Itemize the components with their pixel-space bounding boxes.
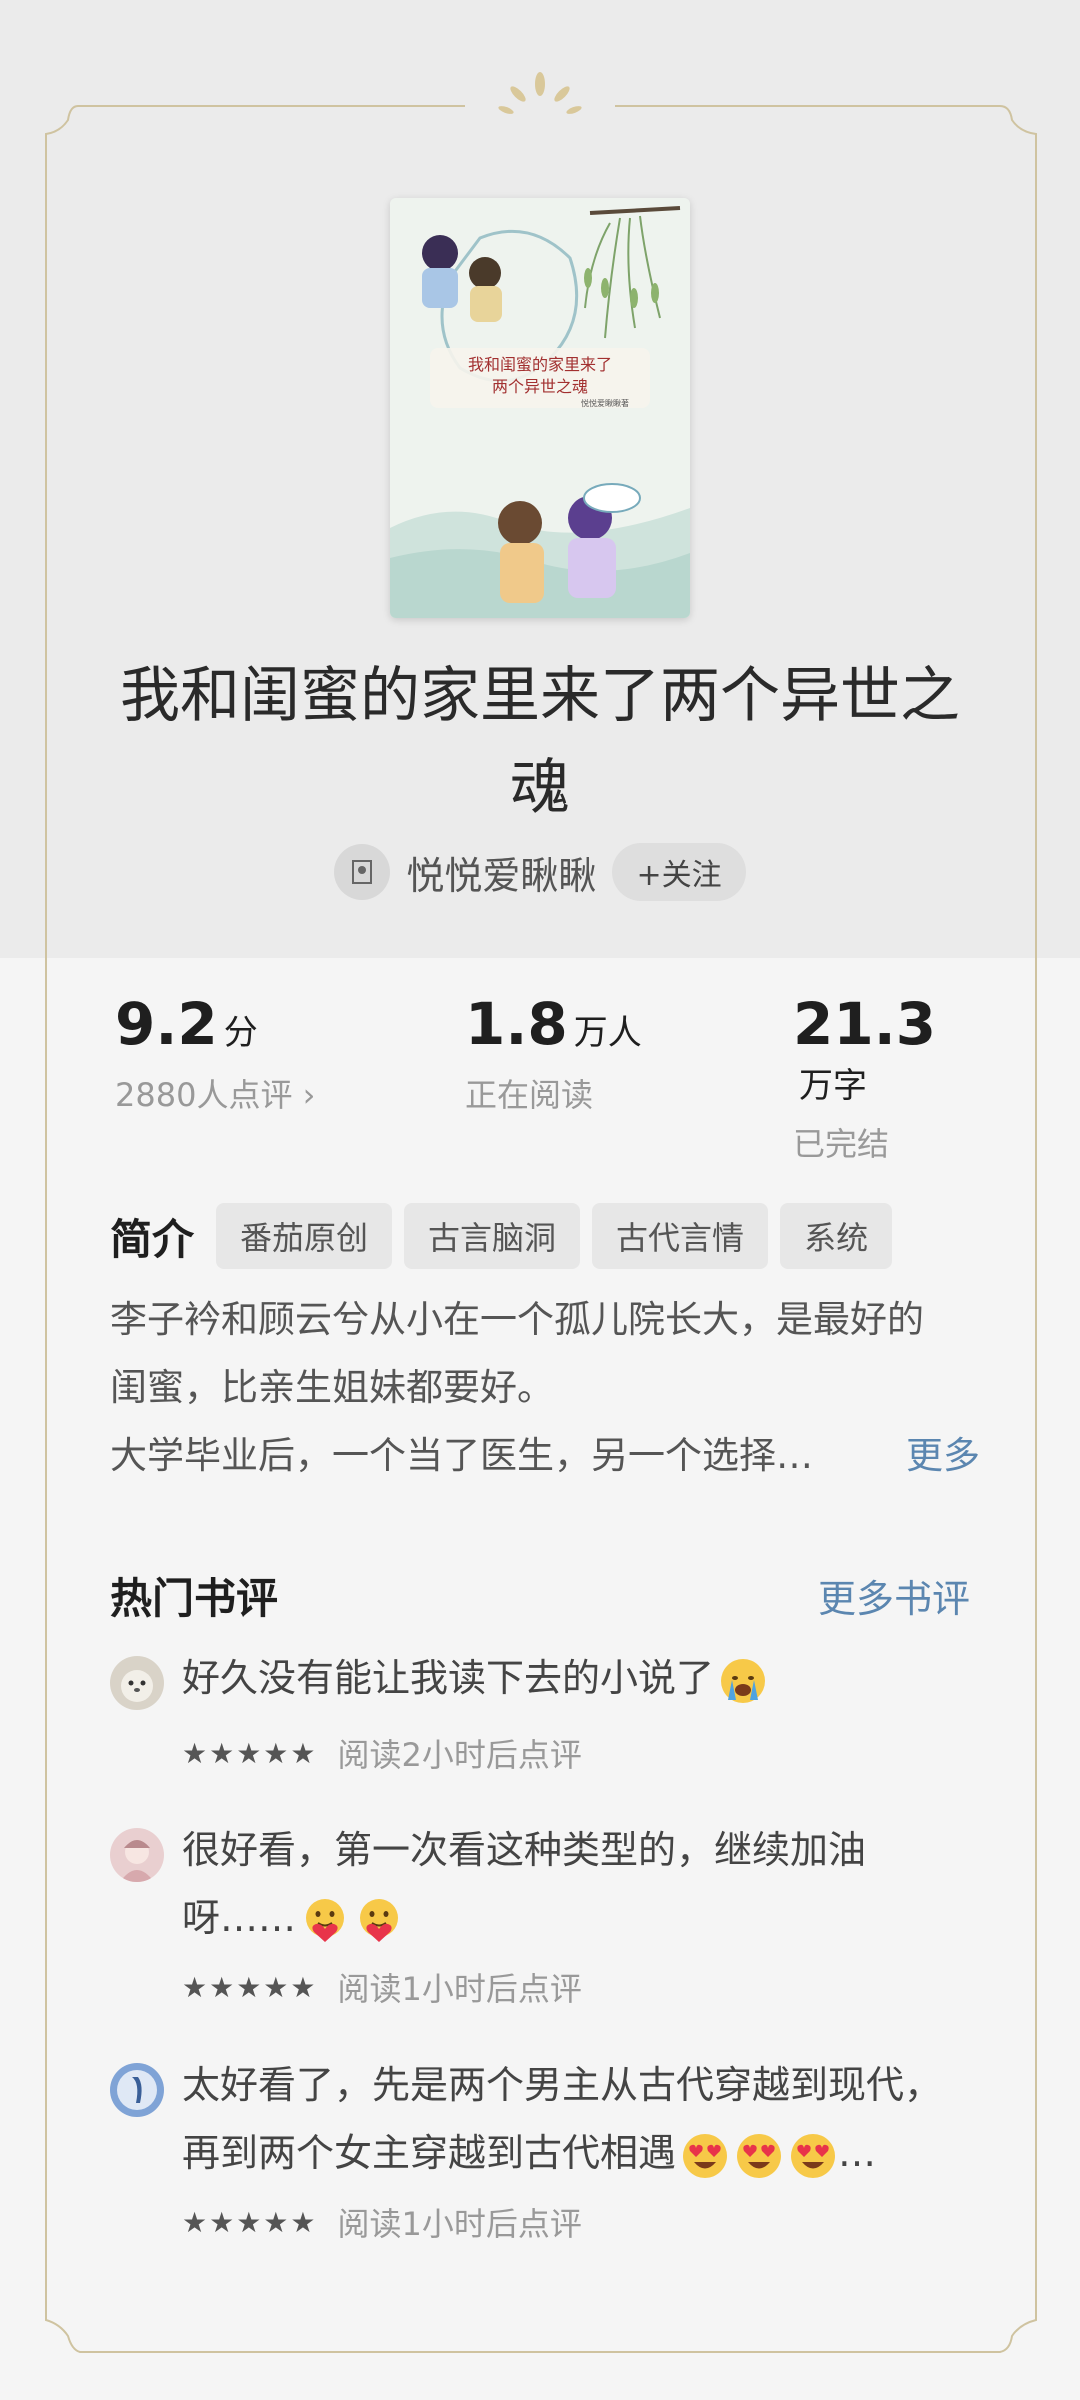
readers-unit: 万人 (573, 1013, 642, 1053)
readers-value: 1.8 (465, 990, 568, 1058)
author-avatar[interactable] (334, 844, 391, 900)
heart-eyes-face-icon (683, 2133, 728, 2178)
book-cover[interactable]: 我和闺蜜的家里来了 两个异世之魂 悦悦爱瞅瞅著 (390, 198, 690, 618)
review-meta: ★★★★★ 阅读1小时后点评 (182, 2199, 582, 2245)
review-meta: ★★★★★ 阅读1小时后点评 (182, 1964, 582, 2010)
cover-title-line2: 两个异世之魂 (492, 377, 588, 396)
intro-line: 大学毕业后，一个当了医生，另一个选择… (110, 1434, 813, 1477)
ornament-icon (498, 72, 582, 114)
cover-illustration: 我和闺蜜的家里来了 两个异世之魂 悦悦爱瞅瞅著 (390, 198, 690, 618)
heart-eyes-face-icon (791, 2133, 836, 2178)
rating-unit: 分 (223, 1013, 258, 1053)
reviewer-avatar[interactable] (110, 1656, 164, 1710)
review-text: 好久没有能让我读下去的小说了 (182, 1644, 972, 1712)
reviewer-avatar[interactable] (110, 1828, 164, 1882)
words-unit: 万字 (799, 1066, 867, 1106)
author-name[interactable]: 悦悦爱瞅瞅 (406, 845, 596, 900)
review-meta: ★★★★★ 阅读2小时后点评 (182, 1730, 582, 1776)
cover-author: 悦悦爱瞅瞅著 (581, 398, 629, 408)
stats-row: 9.2 分 2880人点评 › 1.8 万人 正在阅读 21.3 万字 已完结 (115, 990, 975, 1163)
review-text: 太好看了，先是两个男主从古代穿越到现代，再到两个女主穿越到古代相遇… (182, 2051, 972, 2187)
author-avatar-icon (352, 860, 373, 884)
rating-value: 9.2 (115, 990, 218, 1058)
star-rating: ★★★★★ (182, 2205, 318, 2239)
heart-eyes-face-icon (737, 2133, 782, 2178)
intro-label: 简介 (110, 1214, 195, 1264)
tag-chip[interactable]: 系统 (780, 1203, 893, 1269)
review-time: 阅读1小时后点评 (337, 1970, 582, 2008)
readers-stat: 1.8 万人 正在阅读 (465, 990, 642, 1116)
reviews-header: 热门书评 更多书评 (110, 1565, 970, 1626)
follow-button[interactable]: +关注 (612, 843, 746, 901)
more-reviews-link[interactable]: 更多书评 (818, 1568, 970, 1623)
book-title: 我和闺蜜的家里来了两个异世之魂 (120, 661, 960, 823)
reviewer-avatar[interactable] (110, 2063, 164, 2117)
hugging-face-icon (306, 1898, 345, 1942)
tag-chip[interactable]: 古言脑洞 (404, 1203, 581, 1269)
star-rating: ★★★★★ (182, 1970, 318, 2004)
readers-label: 正在阅读 (465, 1076, 594, 1114)
author-row: 悦悦爱瞅瞅 +关注 (0, 843, 1080, 901)
star-rating: ★★★★★ (182, 1736, 318, 1770)
intro-header: 简介 番茄原创 古言脑洞 古代言情 系统 (110, 1203, 893, 1269)
rating-stat[interactable]: 9.2 分 2880人点评 › (115, 990, 315, 1116)
intro-line: 闺蜜，比亲生姐妹都要好。 (110, 1366, 554, 1409)
intro-line: 李子衿和顾云兮从小在一个孤儿院长大，是最好的 (110, 1298, 924, 1341)
rating-count[interactable]: 2880人点评 › (115, 1070, 315, 1116)
tag-chip[interactable]: 古代言情 (592, 1203, 769, 1269)
review-time: 阅读1小时后点评 (337, 2205, 582, 2243)
status-label: 已完结 (793, 1125, 890, 1163)
hugging-face-icon (360, 1898, 399, 1942)
review-text: 很好看，第一次看这种类型的，继续加油呀…… (182, 1816, 972, 1952)
review-time: 阅读2小时后点评 (337, 1736, 582, 1774)
words-value: 21.3 (793, 990, 937, 1058)
words-stat: 21.3 万字 已完结 (793, 990, 975, 1165)
crying-face-icon (721, 1658, 766, 1703)
cover-title-line1: 我和闺蜜的家里来了 (468, 355, 612, 374)
intro-more-link[interactable]: 更多 (906, 1422, 980, 1490)
intro-text[interactable]: 李子衿和顾云兮从小在一个孤儿院长大，是最好的 闺蜜，比亲生姐妹都要好。 大学毕业… (110, 1286, 980, 1490)
tag-chip[interactable]: 番茄原创 (216, 1203, 393, 1269)
reviews-title: 热门书评 (110, 1574, 279, 1623)
